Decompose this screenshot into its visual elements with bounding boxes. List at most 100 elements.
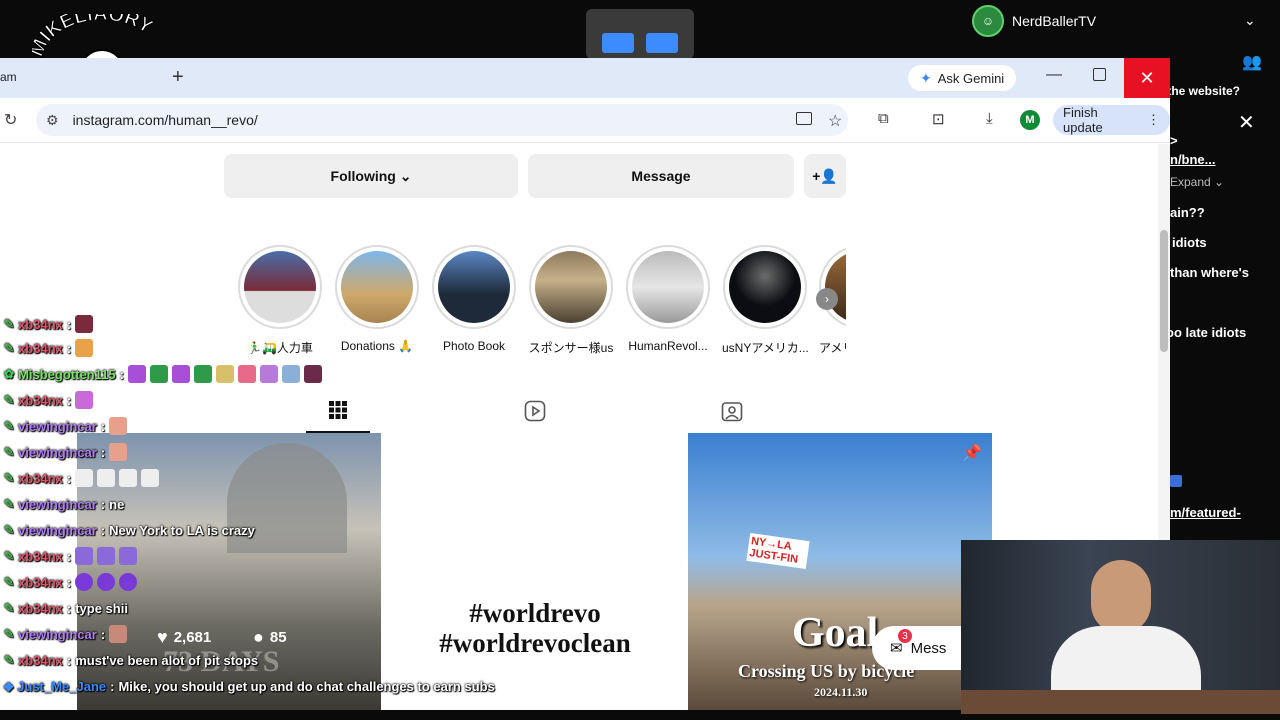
following-button[interactable]: Following ⌄ (224, 154, 518, 198)
pencil-icon: ✎ (4, 653, 15, 667)
finish-update-button[interactable]: Finish update ⋮ (1053, 105, 1170, 135)
unread-badge: 3 (898, 629, 912, 643)
chat-username[interactable]: xb34nx (18, 471, 63, 486)
snap-left-zone[interactable] (602, 33, 634, 53)
chat-text: Mike, you should get up and do chat chal… (118, 678, 495, 694)
chat-username[interactable]: xb34nx (18, 393, 63, 408)
chat-username[interactable]: viewingincar (18, 627, 97, 642)
minimize-button[interactable]: — (1046, 66, 1062, 84)
profile-avatar[interactable]: M (1020, 110, 1040, 130)
chat-message: ✎ xb34nx: (4, 313, 94, 335)
pencil-icon: ✎ (4, 497, 15, 511)
emote (127, 365, 146, 383)
messenger-icon: ✉ 3 (890, 629, 912, 657)
chevron-down-icon[interactable]: ⌄ (1244, 12, 1256, 29)
install-app-icon[interactable] (796, 112, 812, 125)
chat-username[interactable]: xb34nx (18, 575, 63, 590)
more-vert-icon[interactable]: ⋮ (1147, 112, 1160, 128)
emote (141, 469, 160, 487)
post-date: 2024.11.30 (814, 685, 868, 699)
tab-search-icon[interactable]: ⊡ (932, 110, 945, 128)
emote (97, 547, 116, 565)
chat-username[interactable]: xb34nx (18, 601, 63, 616)
close-window-button[interactable]: ✕ (1124, 58, 1170, 98)
behind-text: ain?? (1170, 205, 1205, 220)
site-settings-icon[interactable]: ⚙ (46, 112, 59, 129)
emote (149, 365, 168, 383)
chat-username[interactable]: Just_Me_Jane (17, 679, 106, 694)
chat-username[interactable]: xb34nx (18, 653, 63, 668)
scrollbar-thumb[interactable] (1160, 230, 1168, 352)
emote (259, 365, 278, 383)
chat-message: ✎ viewingincar: (4, 415, 128, 437)
chat-username[interactable]: xb34nx (18, 549, 63, 564)
pencil-icon: ✎ (4, 419, 15, 433)
webcam-feed (961, 540, 1280, 714)
chat-message: ✎ xb34nx: must've been alot of pit stops (4, 652, 259, 668)
behind-link[interactable]: n/bne... (1170, 152, 1216, 167)
finish-update-label: Finish update (1063, 105, 1103, 135)
chat-message: ✎ xb34nx: type shii (4, 600, 128, 616)
chat-message: ✿ Misbegotten115: (4, 363, 322, 385)
new-tab-button[interactable]: + (172, 66, 184, 89)
pencil-icon: ✎ (4, 471, 15, 485)
close-icon[interactable]: ✕ (1238, 110, 1255, 135)
arrow-icon (1170, 475, 1182, 487)
people-icon[interactable]: 👥 (1242, 52, 1262, 72)
highlight-item[interactable]: usNYアメリカ... (722, 245, 808, 356)
chat-username[interactable]: viewingincar (18, 523, 97, 538)
address-bar[interactable]: ⚙ instagram.com/human__revo/ (36, 104, 848, 136)
highlight-item[interactable]: HumanRevol... (625, 245, 711, 353)
behind-text: idiots (1172, 235, 1207, 250)
chat-username[interactable]: Misbegotten115 (18, 367, 116, 382)
account-switcher[interactable]: ☺ NerdBallerTV (972, 4, 1096, 38)
emote (303, 365, 322, 383)
emote (215, 365, 234, 383)
pencil-icon: ✎ (4, 549, 15, 563)
chat-username[interactable]: xb34nx (18, 341, 63, 356)
emote (75, 547, 94, 565)
emote (237, 365, 256, 383)
chevron-right-icon[interactable]: › (816, 288, 838, 310)
pencil-icon: ✎ (4, 627, 15, 641)
gemini-icon: ✦ (920, 69, 932, 86)
snap-right-zone[interactable] (646, 33, 678, 53)
messages-label: Mess (910, 639, 947, 657)
emote (75, 573, 94, 591)
chat-message: ✎ viewingincar: ne (4, 496, 125, 512)
maximize-button[interactable] (1093, 68, 1106, 81)
tagged-icon[interactable] (721, 400, 743, 422)
badge-icon: ✿ (4, 367, 15, 381)
extensions-icon[interactable]: ⧉ (878, 110, 889, 127)
pencil-icon: ✎ (4, 393, 15, 407)
chat-username[interactable]: xb34nx (18, 317, 63, 332)
cube-icon: ◆ (4, 679, 14, 693)
url-text: instagram.com/human__revo/ (72, 112, 258, 128)
chat-username[interactable]: viewingincar (18, 419, 97, 434)
pencil-icon: ✎ (4, 601, 15, 615)
expand-link[interactable]: Expand ⌄ (1170, 175, 1224, 189)
behind-text: than where's (1170, 265, 1249, 280)
pencil-icon: ✎ (4, 575, 15, 589)
chat-text: must've been alot of pit stops (75, 652, 259, 668)
behind-text: > (1170, 133, 1178, 148)
pencil-icon: ✎ (4, 317, 15, 331)
highlight-label: アメリ (819, 341, 846, 355)
behind-text: oo late idiots (1166, 325, 1247, 340)
ask-gemini-button[interactable]: ✦ Ask Gemini (908, 65, 1017, 91)
emote (193, 365, 212, 383)
chat-message: ✎ viewingincar: (4, 623, 128, 645)
reload-icon[interactable]: ↻ (4, 110, 17, 130)
messages-button[interactable]: ✉ 3 Mess (872, 626, 964, 670)
chat-text: New York to LA is crazy (109, 522, 255, 538)
chat-username[interactable]: viewingincar (18, 497, 97, 512)
add-user-icon[interactable]: +👤 (804, 154, 846, 198)
emote (75, 391, 94, 409)
bookmark-star-icon[interactable]: ☆ (828, 111, 842, 131)
tab-title[interactable]: am (0, 70, 17, 84)
protest-sign: NY→LA JUST-FIN (746, 532, 810, 570)
behind-link[interactable]: m/featured- (1170, 505, 1241, 520)
chat-username[interactable]: viewingincar (18, 445, 97, 460)
downloads-icon[interactable]: ⤓ (986, 110, 993, 127)
message-button[interactable]: Message (528, 154, 794, 198)
